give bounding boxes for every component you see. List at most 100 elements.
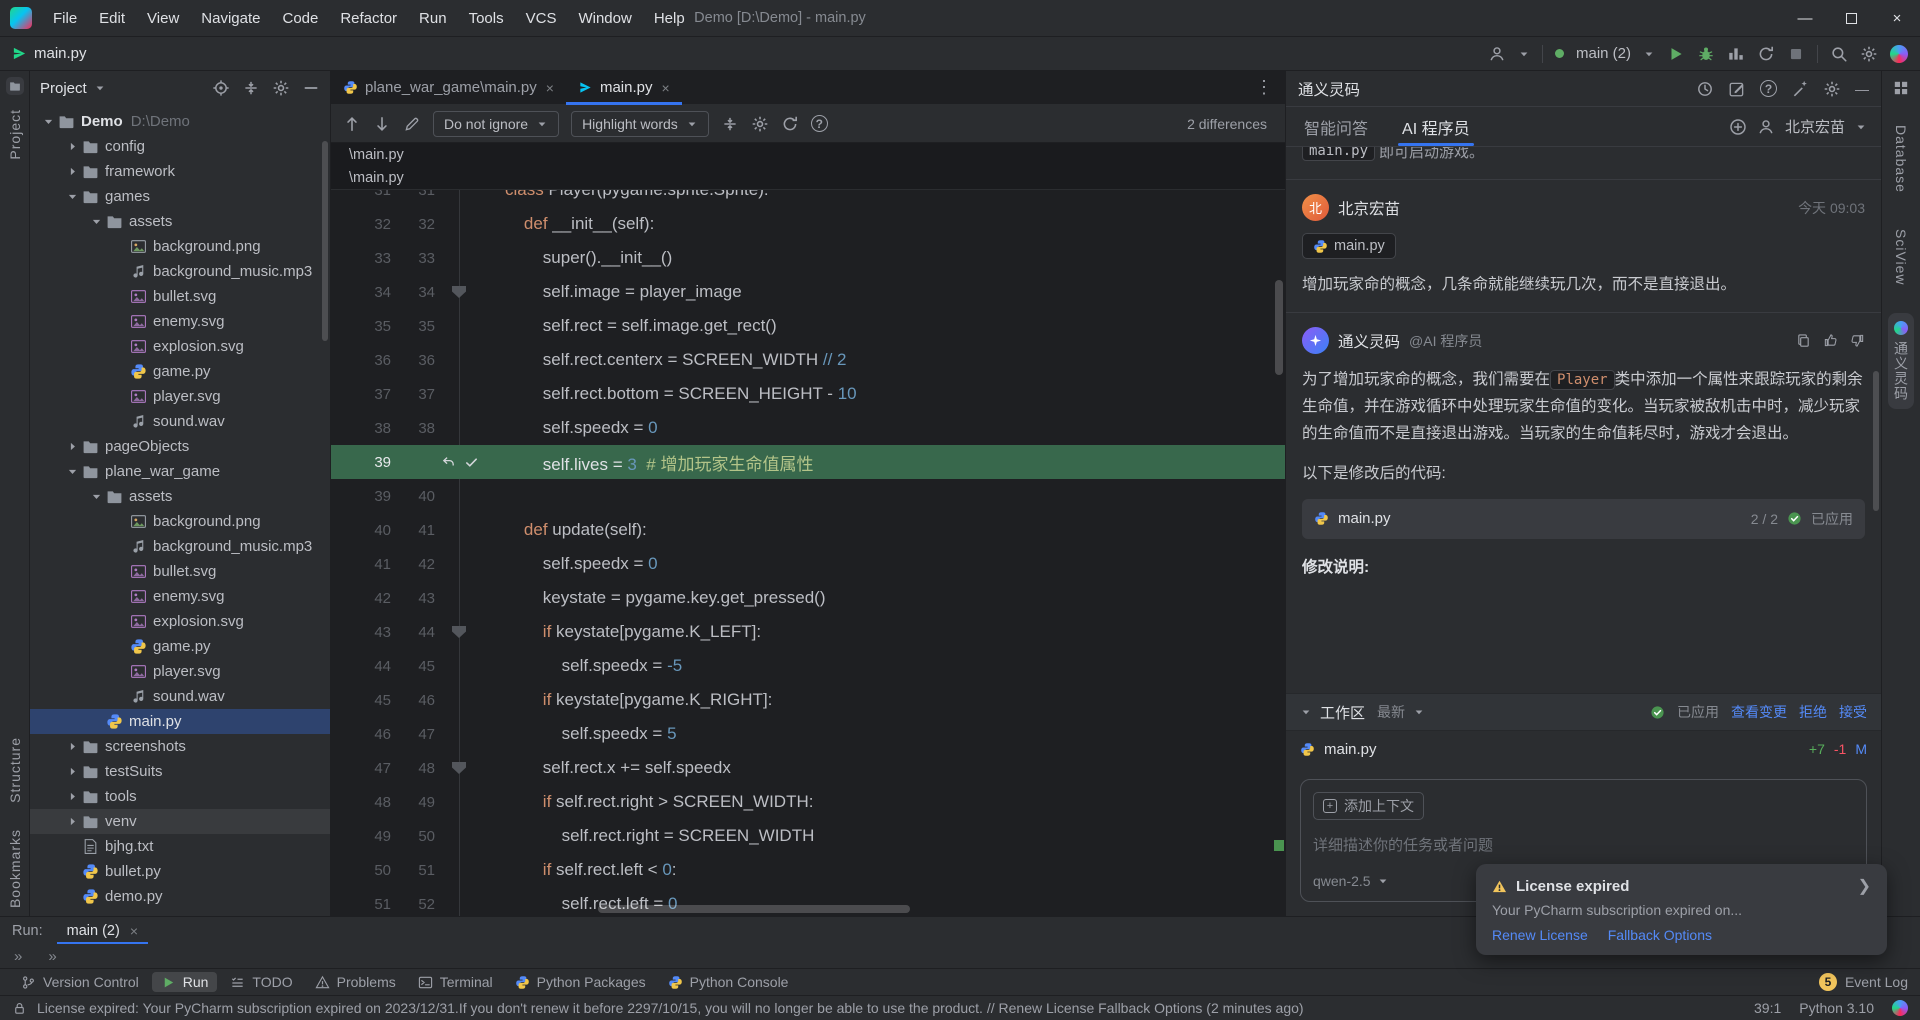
collapse-unchanged-icon[interactable] — [721, 115, 739, 133]
chevron-right-icon[interactable] — [62, 763, 82, 781]
tree-item-screenshots[interactable]: screenshots — [30, 734, 330, 759]
tree-item-testsuits[interactable]: testSuits — [30, 759, 330, 784]
lingma-tab-1[interactable]: AI 程序员 — [1398, 107, 1474, 146]
tree-item-sound-wav[interactable]: sound.wav — [30, 684, 330, 709]
ai-help-icon[interactable]: ? — [1760, 80, 1777, 97]
tree-item-assets[interactable]: assets — [30, 484, 330, 509]
tree-item-game-py[interactable]: game.py — [30, 634, 330, 659]
tool-tab-database[interactable]: Database — [1890, 117, 1912, 201]
tree-item-pageobjects[interactable]: pageObjects — [30, 434, 330, 459]
tree-item-games[interactable]: games — [30, 184, 330, 209]
lingma-status-icon[interactable] — [1892, 1000, 1908, 1016]
tool-window-version-control[interactable]: Version Control — [12, 972, 148, 992]
edit-icon[interactable] — [403, 115, 421, 133]
new-chat-icon[interactable] — [1728, 80, 1746, 98]
tree-item-bullet-svg[interactable]: bullet.svg — [30, 559, 330, 584]
tool-tab-bookmarks[interactable]: Bookmarks — [7, 829, 23, 908]
chevron-right-icon[interactable] — [62, 813, 82, 831]
help-icon[interactable]: ? — [811, 115, 828, 132]
tool-window-problems[interactable]: Problems — [306, 972, 405, 992]
fallback-options-link[interactable]: Fallback Options — [1608, 927, 1712, 943]
chevron-down-icon[interactable] — [1413, 706, 1425, 718]
add-context-button[interactable]: + 添加上下文 — [1313, 792, 1424, 820]
python-interpreter[interactable]: Python 3.10 — [1799, 1000, 1874, 1016]
tree-item-sound-wav[interactable]: sound.wav — [30, 409, 330, 434]
tree-item-enemy-svg[interactable]: enemy.svg — [30, 584, 330, 609]
expand-icon[interactable]: » — [48, 948, 56, 965]
tool-window-python-console[interactable]: Python Console — [659, 972, 798, 992]
menu-file[interactable]: File — [42, 0, 88, 36]
menu-view[interactable]: View — [136, 0, 190, 36]
editor-tab-main-py[interactable]: main.py× — [566, 71, 682, 104]
tree-item-demo-py[interactable]: demo.py — [30, 884, 330, 909]
menu-tools[interactable]: Tools — [458, 0, 515, 36]
tree-item-main-py[interactable]: main.py — [30, 709, 330, 734]
coverage-button[interactable] — [1727, 45, 1745, 63]
menu-vcs[interactable]: VCS — [515, 0, 568, 36]
tree-item-player-svg[interactable]: player.svg — [30, 384, 330, 409]
workspace-file-row[interactable]: main.py +7 -1 M — [1286, 730, 1881, 767]
expand-icon[interactable]: » — [14, 948, 22, 965]
editor-tab-plane-war-game-main-py[interactable]: plane_war_game\main.py× — [331, 71, 566, 104]
thumbs-down-icon[interactable] — [1850, 333, 1865, 348]
tool-tab-structure[interactable]: Structure — [7, 737, 23, 803]
minimize-button[interactable]: — — [1782, 0, 1828, 36]
ai-minimize-icon[interactable]: — — [1855, 81, 1869, 97]
tab-options-icon[interactable]: ⋮ — [1255, 71, 1285, 104]
editor-vertical-scrollbar[interactable] — [1275, 280, 1283, 375]
renew-license-link[interactable]: Renew License — [1492, 927, 1588, 943]
chevron-right-icon[interactable] — [62, 738, 82, 756]
chevron-down-icon[interactable] — [38, 113, 58, 131]
menu-edit[interactable]: Edit — [88, 0, 136, 36]
project-panel-title[interactable]: Project — [40, 80, 87, 97]
tree-item-background-png[interactable]: background.png — [30, 234, 330, 259]
chevron-right-icon[interactable] — [62, 438, 82, 456]
rerun-button[interactable] — [1757, 45, 1775, 63]
tree-item-explosion-svg[interactable]: explosion.svg — [30, 609, 330, 634]
tree-item-config[interactable]: config — [30, 134, 330, 159]
tool-window-run[interactable]: Run — [152, 972, 218, 992]
settings-icon[interactable] — [1860, 45, 1878, 63]
close-tab-icon[interactable]: × — [546, 80, 554, 96]
debug-button[interactable] — [1697, 45, 1715, 63]
search-everywhere-icon[interactable] — [1830, 45, 1848, 63]
history-icon[interactable] — [1696, 80, 1714, 98]
notifications-icon[interactable] — [1892, 79, 1910, 97]
hide-panel-icon[interactable] — [302, 79, 320, 97]
stop-button[interactable] — [1787, 45, 1805, 63]
view-changes-link[interactable]: 查看变更 — [1731, 702, 1787, 722]
tree-item-background-png[interactable]: background.png — [30, 509, 330, 534]
ignore-policy-dropdown[interactable]: Do not ignore — [433, 111, 559, 137]
status-message[interactable]: License expired: Your PyCharm subscripti… — [37, 1000, 1304, 1016]
previous-diff-icon[interactable] — [343, 115, 361, 133]
tool-tab-sciview[interactable]: SciView — [1890, 221, 1912, 294]
tree-item-demo[interactable]: DemoD:\Demo — [30, 109, 330, 134]
chevron-right-icon[interactable] — [62, 138, 82, 156]
magic-icon[interactable] — [1791, 80, 1809, 98]
next-diff-icon[interactable] — [373, 115, 391, 133]
menu-refactor[interactable]: Refactor — [329, 0, 408, 36]
code-with-me-icon[interactable] — [1488, 45, 1506, 63]
project-tool-icon[interactable] — [6, 77, 24, 95]
ai-settings-icon[interactable] — [1823, 80, 1841, 98]
menu-navigate[interactable]: Navigate — [190, 0, 271, 36]
tree-item-bullet-py[interactable]: bullet.py — [30, 859, 330, 884]
tree-item-plane-war-game[interactable]: plane_war_game — [30, 459, 330, 484]
revert-change-icon[interactable] — [441, 455, 456, 470]
tree-item-enemy-svg[interactable]: enemy.svg — [30, 309, 330, 334]
tree-item-bjhg-txt[interactable]: bjhg.txt — [30, 834, 330, 859]
collapse-all-icon[interactable] — [242, 79, 260, 97]
chevron-down-icon[interactable] — [62, 188, 82, 206]
tree-item-tools[interactable]: tools — [30, 784, 330, 809]
chevron-down-icon[interactable] — [86, 488, 106, 506]
license-notification[interactable]: License expired ❯ Your PyCharm subscript… — [1476, 864, 1887, 955]
accept-change-icon[interactable] — [464, 455, 479, 470]
highlight-policy-dropdown[interactable]: Highlight words — [571, 111, 709, 137]
tree-item-assets[interactable]: assets — [30, 209, 330, 234]
chevron-down-icon[interactable] — [94, 82, 106, 94]
accept-link[interactable]: 接受 — [1839, 702, 1867, 722]
menu-code[interactable]: Code — [271, 0, 329, 36]
project-settings-icon[interactable] — [272, 79, 290, 97]
run-button[interactable] — [1667, 45, 1685, 63]
menu-window[interactable]: Window — [567, 0, 642, 36]
